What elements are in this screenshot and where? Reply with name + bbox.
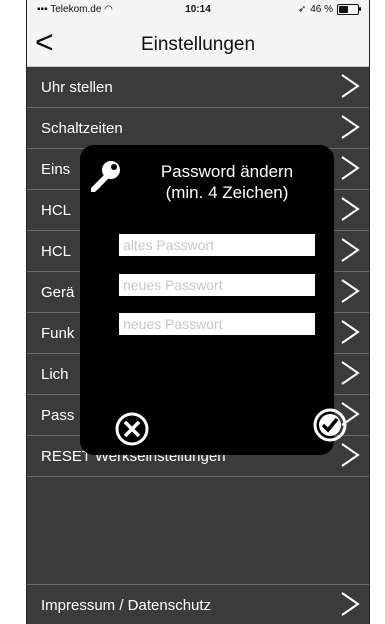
dialog-title: Password ändern (min. 4 Zeichen) <box>124 161 330 203</box>
navigation-bar: < Einstellungen <box>27 20 369 67</box>
key-icon <box>91 161 120 192</box>
status-right: ➶ 46 % <box>297 4 361 15</box>
settings-row-label: Lich <box>41 366 69 383</box>
chevron-right-icon <box>341 279 360 303</box>
confirm-password-input[interactable] <box>119 313 315 335</box>
page-title: Einstellungen <box>140 34 256 55</box>
chevron-right-icon <box>341 320 360 344</box>
settings-row[interactable]: Uhr stellen <box>27 67 369 108</box>
chevron-right-icon <box>341 156 360 180</box>
chevron-right-icon <box>341 115 360 139</box>
chevron-right-icon <box>341 592 360 616</box>
settings-row-label: Funk <box>41 325 75 342</box>
new-password-input[interactable] <box>119 274 315 296</box>
battery-icon <box>337 4 361 15</box>
impressum-label: Impressum / Datenschutz <box>41 597 212 614</box>
check-circle-icon[interactable] <box>312 407 348 443</box>
location-icon: ➶ <box>297 4 307 15</box>
password-dialog: Password ändern (min. 4 Zeichen) <box>80 145 347 455</box>
battery-percent: 46 % <box>310 4 333 15</box>
settings-row-label: Pass <box>41 407 75 424</box>
dialog-title-line2: (min. 4 Zeichen) <box>165 183 289 202</box>
close-circle-icon[interactable] <box>114 411 150 447</box>
chevron-right-icon <box>341 197 360 221</box>
settings-row-label: Uhr stellen <box>41 79 113 96</box>
dialog-title-line1: Password ändern <box>160 162 294 181</box>
impressum-row[interactable]: Impressum / Datenschutz <box>27 584 369 624</box>
chevron-right-icon <box>341 74 360 98</box>
chevron-right-icon <box>341 443 360 467</box>
chevron-right-icon <box>341 361 360 385</box>
settings-row[interactable]: Schaltzeiten <box>27 108 369 149</box>
status-bar: ▪▪▪ Telekom.de ◠ 10:14 ➶ 46 % <box>27 0 369 20</box>
settings-row-label: Schaltzeiten <box>41 120 123 137</box>
settings-row-label: HCL <box>41 243 72 260</box>
settings-row-label: Gerä <box>41 284 75 301</box>
settings-row-label: Eins <box>41 161 71 178</box>
chevron-right-icon <box>341 238 360 262</box>
old-password-input[interactable] <box>119 234 315 256</box>
settings-row-label: HCL <box>41 202 72 219</box>
app-screen: ▪▪▪ Telekom.de ◠ 10:14 ➶ 46 % < Einstell… <box>26 0 370 624</box>
